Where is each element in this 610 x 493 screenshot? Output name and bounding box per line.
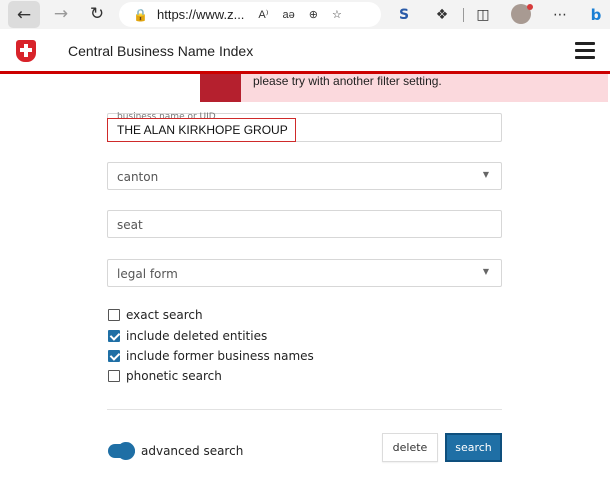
exact-search-checkbox[interactable]: [108, 309, 120, 321]
divider: [107, 409, 502, 410]
include-former-names-label: include former business names: [126, 349, 314, 363]
url-text: https://www.z...: [157, 7, 245, 22]
zoom-icon[interactable]: ⊕: [309, 8, 318, 21]
delete-button[interactable]: delete: [382, 433, 438, 462]
edge-copilot-icon[interactable]: b: [585, 4, 607, 26]
read-aloud-icon[interactable]: A⁾: [258, 8, 268, 21]
exact-search-label: exact search: [126, 308, 203, 322]
favorite-icon[interactable]: ☆: [332, 8, 342, 21]
translate-icon[interactable]: aə: [282, 9, 294, 21]
canton-select[interactable]: canton ▼: [107, 162, 502, 190]
forward-icon[interactable]: →: [48, 1, 74, 27]
alert-side-bar: [200, 74, 241, 102]
include-deleted-checkbox[interactable]: [108, 330, 120, 342]
advanced-search-label: advanced search: [141, 444, 244, 458]
include-deleted-label: include deleted entities: [126, 329, 268, 343]
legal-form-placeholder: legal form: [117, 267, 178, 281]
back-icon[interactable]: ←: [8, 1, 40, 28]
exact-search-option[interactable]: exact search: [108, 307, 203, 323]
chevron-down-icon: ▼: [482, 170, 489, 179]
canton-placeholder: canton: [117, 170, 159, 184]
extension-s-icon[interactable]: S: [393, 4, 415, 26]
extensions-icon[interactable]: ❖: [431, 4, 453, 26]
chevron-down-icon: ▼: [482, 267, 489, 276]
error-alert: please try with another filter setting.: [200, 74, 608, 102]
reload-icon[interactable]: ↻: [84, 1, 110, 27]
include-deleted-option[interactable]: include deleted entities: [108, 328, 267, 344]
address-bar[interactable]: 🔒 https://www.z... A⁾ aə ⊕ ☆: [119, 2, 381, 27]
page-title[interactable]: Central Business Name Index: [68, 43, 253, 59]
more-icon[interactable]: ⋯: [549, 4, 571, 26]
advanced-search-toggle[interactable]: [108, 442, 135, 460]
phonetic-search-label: phonetic search: [126, 369, 222, 383]
include-former-names-checkbox[interactable]: [108, 350, 120, 362]
toggle-knob[interactable]: [117, 442, 135, 460]
include-former-names-option[interactable]: include former business names: [108, 348, 314, 364]
notification-dot: [527, 4, 533, 10]
split-screen-icon[interactable]: ◫: [472, 4, 494, 26]
search-button[interactable]: search: [445, 433, 502, 462]
seat-input[interactable]: seat: [107, 210, 502, 238]
toolbar-separator: [463, 8, 464, 22]
hamburger-menu-icon[interactable]: [575, 42, 595, 60]
seat-placeholder: seat: [117, 218, 143, 232]
swiss-shield-icon[interactable]: [16, 40, 36, 62]
legal-form-select[interactable]: legal form ▼: [107, 259, 502, 287]
site-header: Central Business Name Index: [0, 29, 610, 74]
highlight-annotation: [107, 118, 296, 142]
phonetic-search-checkbox[interactable]: [108, 370, 120, 382]
lock-icon[interactable]: 🔒: [133, 8, 148, 22]
phonetic-search-option[interactable]: phonetic search: [108, 368, 222, 384]
alert-message: please try with another filter setting.: [253, 74, 442, 88]
browser-toolbar: ← → ↻ 🔒 https://www.z... A⁾ aə ⊕ ☆ S ❖ ◫…: [0, 0, 610, 29]
